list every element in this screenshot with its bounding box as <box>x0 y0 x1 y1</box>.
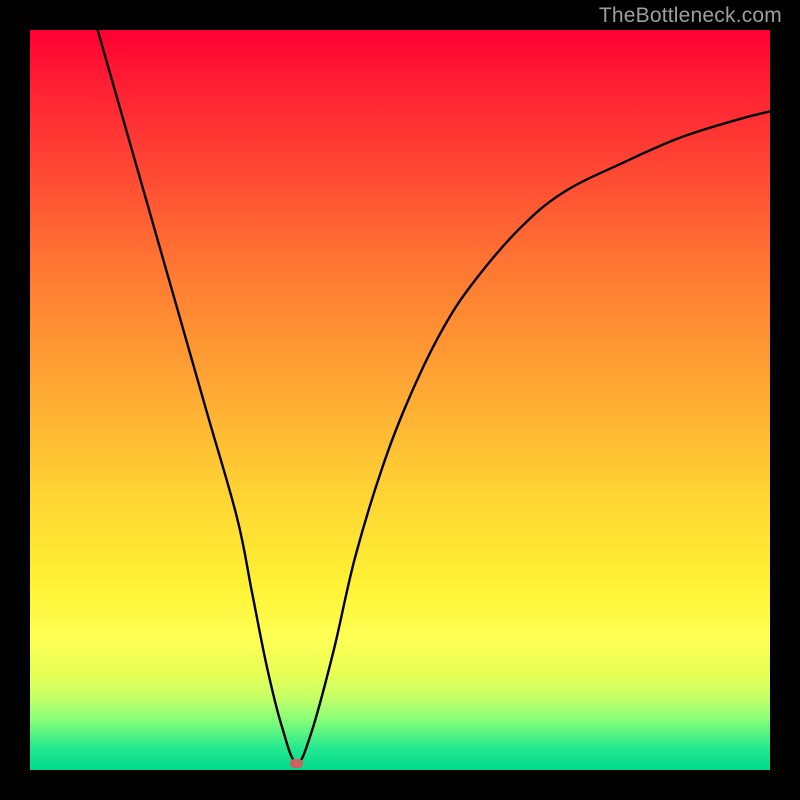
bottleneck-curve <box>30 0 770 763</box>
curve-svg <box>30 30 770 770</box>
watermark-label: TheBottleneck.com <box>599 4 782 28</box>
plot-area <box>30 30 770 770</box>
chart-frame: TheBottleneck.com <box>0 0 800 800</box>
minimum-marker <box>290 759 303 768</box>
